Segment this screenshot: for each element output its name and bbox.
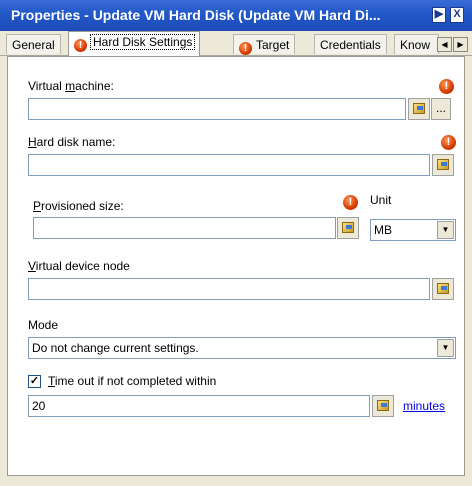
unit-label: Unit bbox=[370, 193, 392, 207]
tab-scroll-right-button[interactable]: ▶ bbox=[453, 37, 468, 52]
provisioned-size-error-icon: ! bbox=[343, 195, 358, 210]
virtual-device-node-label: Virtual device node bbox=[28, 259, 130, 273]
browse-icon bbox=[342, 222, 354, 233]
window-title: Properties - Update VM Hard Disk (Update… bbox=[11, 7, 381, 23]
tab-credentials[interactable]: Credentials bbox=[314, 34, 387, 54]
hard-disk-name-browse-button[interactable] bbox=[432, 154, 454, 176]
virtual-device-node-input[interactable] bbox=[28, 278, 430, 300]
provisioned-size-label: Provisioned size: bbox=[33, 199, 124, 213]
provisioned-size-browse-button[interactable] bbox=[337, 217, 359, 239]
error-icon: ! bbox=[74, 39, 87, 52]
timeout-input[interactable]: 20 bbox=[28, 395, 370, 417]
virtual-device-node-browse-button[interactable] bbox=[432, 278, 454, 300]
unit-select[interactable]: MB ▼ bbox=[370, 219, 456, 241]
hard-disk-name-error-icon: ! bbox=[441, 135, 456, 150]
tab-know[interactable]: Know bbox=[394, 34, 439, 54]
mode-select[interactable]: Do not change current settings. ▼ bbox=[28, 337, 456, 359]
virtual-machine-input[interactable] bbox=[28, 98, 406, 120]
window-edge bbox=[465, 56, 472, 486]
close-button[interactable]: X bbox=[450, 7, 464, 23]
chevron-down-icon: ▼ bbox=[437, 221, 454, 239]
tab-strip: General ! Hard Disk Settings ! Target Cred… bbox=[0, 31, 472, 56]
tab-scroll-left-button[interactable]: ◀ bbox=[437, 37, 452, 52]
error-icon: ! bbox=[239, 42, 252, 55]
hard-disk-settings-panel: Virtual machine: ! ... Hard disk name: !… bbox=[7, 56, 465, 476]
hard-disk-name-input[interactable] bbox=[28, 154, 430, 176]
timeout-browse-button[interactable] bbox=[372, 395, 394, 417]
mode-label: Mode bbox=[28, 318, 59, 332]
virtual-machine-ellipsis-button[interactable]: ... bbox=[431, 98, 451, 120]
chevron-down-icon: ▼ bbox=[437, 339, 454, 357]
tab-general[interactable]: General bbox=[6, 34, 61, 54]
timeout-label: Time out if not completed within bbox=[48, 374, 217, 388]
tab-hard-disk-settings[interactable]: ! Hard Disk Settings bbox=[68, 31, 201, 56]
browse-icon bbox=[413, 103, 425, 114]
next-window-button[interactable]: ▶ bbox=[432, 7, 446, 23]
virtual-machine-error-icon: ! bbox=[439, 79, 454, 94]
tab-target[interactable]: ! Target bbox=[233, 34, 296, 55]
hard-disk-name-label: Hard disk name: bbox=[28, 135, 116, 149]
minutes-link[interactable]: minutes bbox=[403, 399, 445, 413]
virtual-machine-browse-button[interactable] bbox=[408, 98, 430, 120]
browse-icon bbox=[437, 283, 449, 294]
provisioned-size-input[interactable] bbox=[33, 217, 336, 239]
timeout-checkbox[interactable]: ✓ bbox=[28, 375, 41, 388]
browse-icon bbox=[377, 400, 389, 411]
browse-icon bbox=[437, 159, 449, 170]
title-bar: Properties - Update VM Hard Disk (Update… bbox=[0, 0, 472, 31]
virtual-machine-label: Virtual machine: bbox=[28, 79, 114, 93]
